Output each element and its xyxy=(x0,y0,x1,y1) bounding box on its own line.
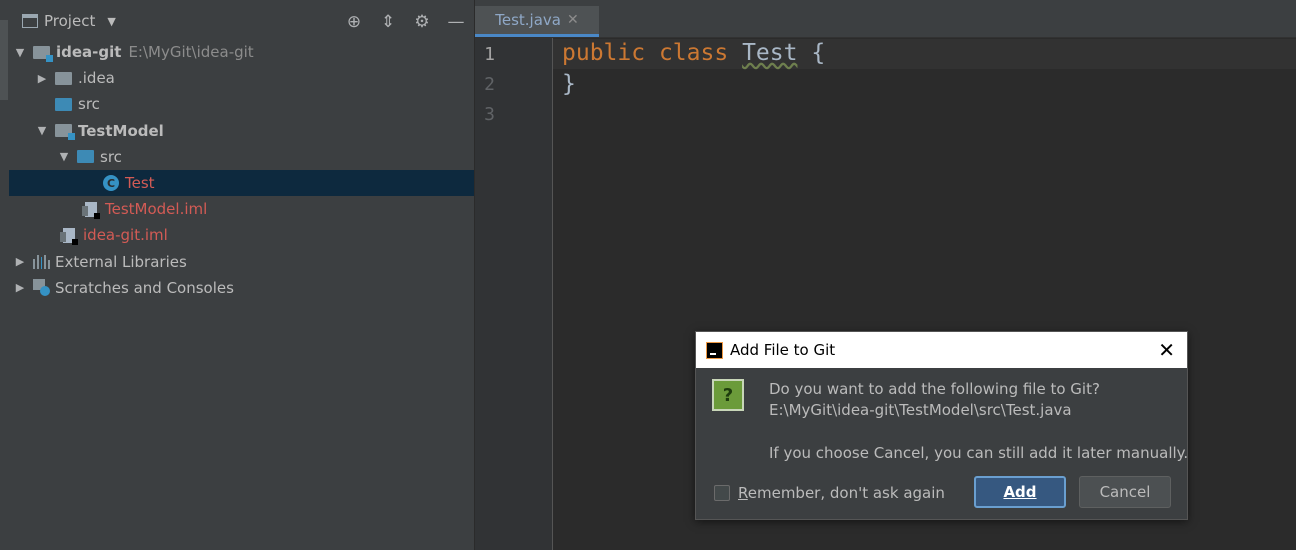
module-path: E:\MyGit\idea-git xyxy=(128,43,254,62)
scratches-icon xyxy=(33,279,50,297)
minimize-icon[interactable]: — xyxy=(446,12,466,32)
tree-item-label: TestModel.iml xyxy=(105,200,208,219)
tree-item-idea-folder[interactable]: ▶ .idea xyxy=(9,65,474,91)
line-number: 1 xyxy=(484,44,495,65)
tree-item-idea-git[interactable]: ▼ idea-git E:\MyGit\idea-git xyxy=(9,39,474,65)
expanded-arrow-icon[interactable]: ▼ xyxy=(13,46,27,59)
expanded-arrow-icon[interactable]: ▼ xyxy=(35,124,49,137)
dialog-message-question: Do you want to add the following file to… xyxy=(769,380,1100,398)
line-number: 3 xyxy=(484,104,495,125)
libraries-icon xyxy=(33,254,50,269)
dialog-message-path: E:\MyGit\idea-git\TestModel\src\Test.jav… xyxy=(769,401,1072,419)
project-title: Project xyxy=(44,12,96,30)
collapse-all-icon[interactable]: ⇕ xyxy=(378,12,398,32)
module-folder-icon xyxy=(33,45,53,62)
tree-item-test[interactable]: C Test xyxy=(9,169,474,197)
chevron-down-icon: ▼ xyxy=(107,14,116,28)
intellij-logo-icon xyxy=(706,341,723,359)
tree-item-label: src xyxy=(78,95,100,114)
tab-test-java[interactable]: Test.java ✕ xyxy=(475,6,599,37)
project-tool-tab[interactable] xyxy=(0,20,8,100)
close-brace: } xyxy=(562,71,576,97)
project-tree: ▼ idea-git E:\MyGit\idea-git ▶ .idea src … xyxy=(9,39,474,301)
line-number-gutter: 1 2 3 xyxy=(475,38,553,550)
tree-item-label: idea-git E:\MyGit\idea-git xyxy=(56,43,254,62)
tree-item-scratches[interactable]: ▶ Scratches and Consoles xyxy=(9,275,474,301)
close-icon[interactable]: ✕ xyxy=(1158,338,1175,362)
code-line-1[interactable]: public class Test { xyxy=(562,40,825,66)
collapsed-arrow-icon[interactable]: ▶ xyxy=(13,255,27,268)
tree-item-label: Test xyxy=(125,174,155,193)
module-folder-icon xyxy=(55,124,75,141)
tree-item-label: Scratches and Consoles xyxy=(55,278,234,297)
class-name: Test xyxy=(742,40,798,66)
iml-file-icon xyxy=(82,201,100,219)
tree-item-src[interactable]: src xyxy=(9,91,474,117)
folder-icon xyxy=(55,71,72,85)
tree-item-label: .idea xyxy=(78,69,115,88)
tree-item-label: External Libraries xyxy=(55,252,187,271)
tree-item-testmodel-iml[interactable]: TestModel.iml xyxy=(9,196,474,222)
editor-tab-bar: Test.java ✕ xyxy=(475,0,1296,38)
expanded-arrow-icon[interactable]: ▼ xyxy=(57,150,71,163)
keyword-public: public xyxy=(562,40,646,66)
cancel-button[interactable]: Cancel xyxy=(1079,476,1171,508)
dialog-message-hint: If you choose Cancel, you can still add … xyxy=(769,444,1189,462)
project-toolbar: ⊕ ⇕ ⚙ — xyxy=(344,12,466,32)
source-folder-icon xyxy=(77,150,94,164)
collapsed-arrow-icon[interactable]: ▶ xyxy=(13,281,27,294)
add-file-to-git-dialog: Add File to Git ✕ ? Do you want to add t… xyxy=(695,331,1188,520)
project-panel: Project ▼ ⊕ ⇕ ⚙ — ▼ idea-git E:\MyGit\ide… xyxy=(9,0,475,550)
open-brace: { xyxy=(811,40,826,66)
source-folder-icon xyxy=(55,97,72,111)
dialog-title: Add File to Git xyxy=(730,341,836,359)
remember-checkbox-row[interactable]: Remember, don't ask again xyxy=(714,484,945,502)
iml-file-icon xyxy=(60,227,78,245)
tree-item-testmodel-src[interactable]: ▼ src xyxy=(9,144,474,170)
tree-item-label: idea-git.iml xyxy=(83,226,168,245)
tree-item-testmodel[interactable]: ▼ TestModel xyxy=(9,118,474,144)
tree-item-external-libraries[interactable]: ▶ External Libraries xyxy=(9,249,474,275)
code-line-2[interactable]: } xyxy=(562,71,576,97)
tree-item-label: src xyxy=(100,147,122,166)
project-icon xyxy=(22,14,38,28)
collapsed-arrow-icon[interactable]: ▶ xyxy=(35,72,49,85)
tree-item-idea-git-iml[interactable]: idea-git.iml xyxy=(9,222,474,248)
add-button[interactable]: Add xyxy=(974,476,1066,508)
question-icon: ? xyxy=(712,379,744,411)
dialog-title-bar: Add File to Git ✕ xyxy=(696,332,1187,368)
line-number: 2 xyxy=(484,74,495,95)
close-icon[interactable]: ✕ xyxy=(567,12,579,28)
project-view-selector[interactable]: Project ▼ xyxy=(22,12,116,30)
keyword-class: class xyxy=(658,40,729,66)
gear-icon[interactable]: ⚙ xyxy=(412,12,432,32)
tab-label: Test.java xyxy=(495,11,561,29)
locate-icon[interactable]: ⊕ xyxy=(344,12,364,32)
tree-item-label: TestModel xyxy=(78,121,164,140)
java-class-icon: C xyxy=(103,175,119,192)
remember-checkbox[interactable] xyxy=(714,485,730,501)
remember-label: Remember, don't ask again xyxy=(738,484,945,502)
